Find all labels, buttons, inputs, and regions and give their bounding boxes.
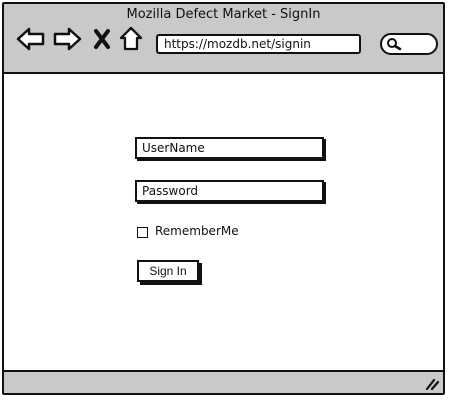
remember-me-label: RememberMe — [155, 224, 239, 238]
sign-in-button[interactable]: Sign In — [137, 260, 199, 282]
remember-me-checkbox[interactable] — [137, 227, 148, 238]
forward-arrow-icon[interactable] — [52, 26, 82, 52]
search-icon — [387, 38, 402, 51]
close-icon[interactable] — [92, 26, 112, 52]
window-title: Mozilla Defect Market - SignIn — [126, 7, 321, 22]
browser-window: Mozilla Defect Market - SignIn https://m… — [2, 2, 445, 395]
home-icon[interactable] — [119, 26, 143, 52]
browser-toolbar: Mozilla Defect Market - SignIn https://m… — [4, 4, 443, 74]
back-arrow-icon[interactable] — [16, 26, 46, 52]
status-bar — [4, 370, 443, 393]
page-content: UserName Password RememberMe Sign In — [4, 74, 443, 374]
address-bar[interactable]: https://mozdb.net/signin — [156, 34, 361, 54]
search-box[interactable] — [380, 33, 438, 55]
username-field[interactable]: UserName — [135, 137, 324, 159]
resize-grip-icon[interactable] — [425, 376, 439, 390]
password-field[interactable]: Password — [135, 180, 324, 202]
